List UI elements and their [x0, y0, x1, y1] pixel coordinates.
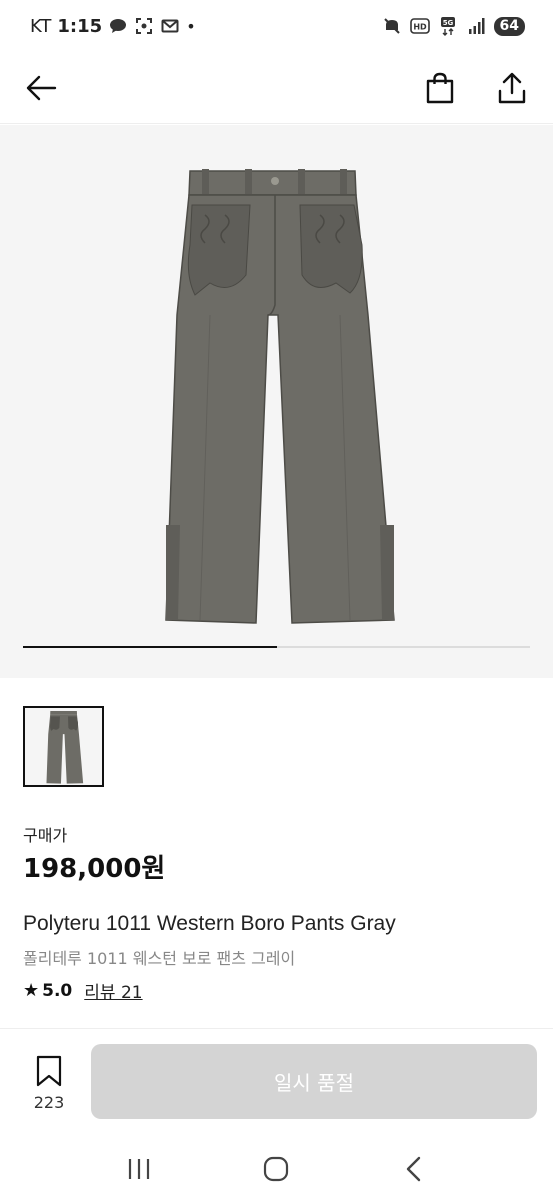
back-arrow-icon: [26, 75, 57, 100]
bottom-action-bar: 223 일시 품절: [0, 1028, 553, 1138]
system-nav-bar: [0, 1138, 553, 1200]
wishlist-button[interactable]: 223: [24, 1055, 74, 1112]
screenshot-icon: [134, 16, 154, 36]
home-button[interactable]: [256, 1149, 296, 1189]
shopping-bag-icon: [426, 72, 454, 103]
5g-icon: 5G: [438, 16, 458, 36]
gallery-progress-fill: [23, 646, 277, 648]
app-header: [0, 52, 553, 124]
status-bar: KT 1:15 • HD 5G 64: [0, 0, 553, 52]
product-thumbnail[interactable]: [23, 706, 104, 787]
svg-text:HD: HD: [413, 23, 427, 32]
recent-apps-button[interactable]: [119, 1149, 159, 1189]
mute-icon: [382, 16, 402, 36]
status-right: HD 5G 64: [382, 16, 525, 36]
signal-icon: [466, 16, 486, 36]
back-button[interactable]: [24, 71, 58, 105]
wishlist-count: 223: [33, 1093, 65, 1112]
shopping-bag-button[interactable]: [423, 71, 457, 105]
rating-row: ★ 5.0 리뷰 21: [23, 978, 143, 1003]
star-icon: ★: [23, 980, 40, 1001]
mail-icon: [160, 16, 180, 36]
price-label: 구매가: [23, 826, 68, 845]
product-title-ko: 폴리테루 1011 웨스턴 보로 팬츠 그레이: [23, 949, 296, 968]
share-button[interactable]: [495, 71, 529, 105]
review-link[interactable]: 리뷰 21: [84, 978, 142, 1003]
price: 198,000원: [23, 854, 166, 884]
gallery-progress-track: [23, 646, 530, 648]
thumbnail-image: [45, 710, 83, 784]
product-image-gallery[interactable]: [0, 125, 553, 678]
chat-bubble-icon: [108, 16, 128, 36]
share-icon: [498, 72, 526, 103]
hd-icon: HD: [409, 16, 430, 36]
system-back-button[interactable]: [394, 1149, 434, 1189]
carrier-label: KT: [30, 15, 52, 37]
product-title-en: Polyteru 1011 Western Boro Pants Gray: [23, 912, 396, 935]
status-left: KT 1:15 •: [30, 16, 196, 37]
clock: 1:15: [57, 15, 103, 37]
header-actions: [423, 71, 529, 105]
sold-out-button[interactable]: 일시 품절: [91, 1044, 537, 1119]
recent-apps-icon: [128, 1159, 149, 1179]
chevron-left-icon: [406, 1156, 421, 1182]
notification-dot: •: [186, 16, 196, 36]
product-image: [165, 169, 395, 624]
home-icon: [264, 1156, 289, 1182]
rating-score: 5.0: [42, 980, 73, 1001]
battery-indicator: 64: [493, 16, 525, 36]
svg-text:5G: 5G: [442, 19, 453, 27]
bookmark-icon: [36, 1055, 62, 1087]
